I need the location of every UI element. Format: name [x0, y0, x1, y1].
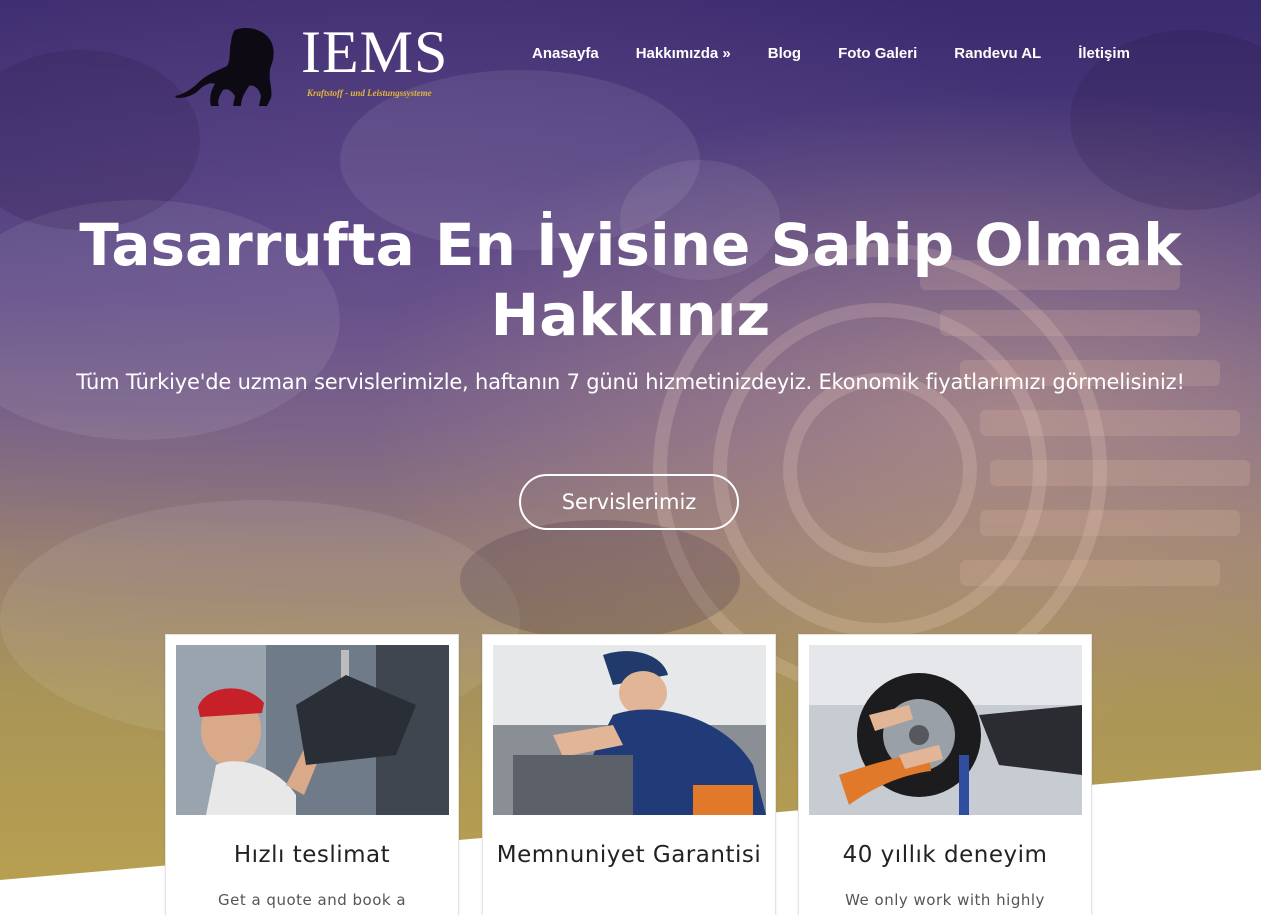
- tire-change-photo: [809, 645, 1082, 815]
- hero-title: Tasarrufta En İyisine Sahip Olmak Hakkın…: [0, 210, 1261, 350]
- card-description: We only work with highly: [845, 891, 1045, 909]
- nav-item-iletisim[interactable]: İletişim: [1078, 45, 1130, 67]
- feature-card-fast-delivery[interactable]: Hızlı teslimat Get a quote and book a: [165, 634, 459, 915]
- card-title: Memnuniyet Garantisi: [496, 842, 762, 868]
- main-navigation: Anasayfa Hakkımızda » Blog Foto Galeri R…: [532, 45, 1130, 67]
- nav-item-foto-galeri[interactable]: Foto Galeri: [838, 45, 917, 67]
- brand-tagline: Kraftstoff - und Leistungssysteme: [307, 88, 432, 98]
- nav-item-hakkimizda[interactable]: Hakkımızda »: [636, 45, 731, 67]
- card-description: Get a quote and book a: [217, 891, 407, 909]
- card-photo-3: [809, 645, 1082, 815]
- nav-item-randevu[interactable]: Randevu AL: [954, 45, 1041, 67]
- nav-item-anasayfa[interactable]: Anasayfa: [532, 45, 599, 67]
- brand-name: IEMS: [301, 19, 449, 85]
- card-title: 40 yıllık deneyim: [842, 842, 1048, 868]
- mechanic-woman-photo: [176, 645, 449, 815]
- card-photo-1: [176, 645, 449, 815]
- hero-title-line2: Hakkınız: [490, 281, 771, 349]
- card-photo-2: [493, 645, 766, 815]
- hero-title-line1: Tasarrufta En İyisine Sahip Olmak: [79, 211, 1182, 279]
- card-title: Hızlı teslimat: [233, 842, 391, 868]
- site-logo[interactable]: IEMS Kraftstoff - und Leistungssysteme: [175, 19, 465, 112]
- feature-card-satisfaction[interactable]: Memnuniyet Garantisi: [482, 634, 776, 915]
- hero-subtitle: Tüm Türkiye'de uzman servislerimizle, ha…: [76, 370, 1185, 394]
- panther-logo-icon: [175, 28, 274, 106]
- feature-card-experience[interactable]: 40 yıllık deneyim We only work with high…: [798, 634, 1092, 915]
- services-button[interactable]: Servislerimiz: [519, 474, 739, 530]
- nav-item-blog[interactable]: Blog: [768, 45, 801, 67]
- mechanic-engine-photo: [493, 645, 766, 815]
